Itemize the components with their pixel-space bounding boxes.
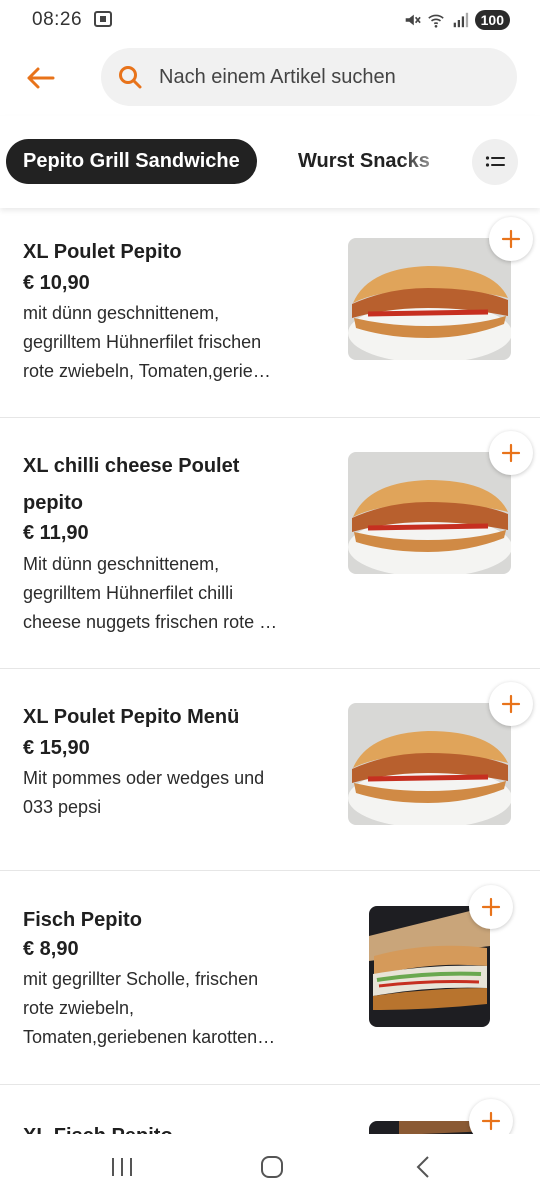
search-icon	[119, 66, 142, 89]
item-description: Mit pommes oder wedges und 033 pepsi	[23, 768, 265, 817]
screenshot-icon	[94, 11, 112, 27]
search-input[interactable]: Nach einem Artikel suchen	[101, 48, 517, 106]
home-button[interactable]	[257, 1152, 287, 1182]
home-icon	[261, 1156, 283, 1178]
plus-icon	[501, 443, 521, 463]
status-icons: 100	[403, 8, 510, 32]
list-item[interactable]: XL chilli cheese Poulet pepito € 11,90 M…	[0, 418, 540, 669]
item-price: € 11,90	[23, 522, 89, 544]
add-button[interactable]	[489, 431, 533, 475]
add-button[interactable]	[469, 1099, 513, 1134]
battery-indicator: 100	[474, 10, 510, 30]
category-tabs: Pepito Grill Sandwiche Wurst Snacks	[0, 116, 540, 208]
back-nav-button[interactable]	[408, 1152, 438, 1182]
item-name: XL Poulet Pepito Menü	[23, 706, 240, 728]
header: Nach einem Artikel suchen	[0, 40, 540, 116]
list-item[interactable]: XL Poulet Pepito € 10,90 mit dünn geschn…	[0, 210, 540, 418]
plus-icon	[481, 897, 501, 917]
item-name: XL Fisch Pepito	[23, 1118, 313, 1134]
item-name: XL Poulet Pepito	[23, 241, 182, 263]
item-name: Fisch Pepito	[23, 909, 142, 931]
system-nav-bar	[0, 1134, 540, 1200]
plus-icon	[501, 229, 521, 249]
status-bar: 08:26 100	[0, 0, 540, 40]
arrow-left-icon	[27, 67, 55, 89]
recent-apps-button[interactable]	[107, 1152, 137, 1182]
plus-icon	[501, 694, 521, 714]
mute-icon	[405, 14, 421, 26]
item-description: mit dünn geschnittenem, gegrilltem Hühne…	[23, 303, 271, 381]
product-list: XL Poulet Pepito € 10,90 mit dünn geschn…	[0, 210, 540, 1134]
tab-pepito-grill-sandwiche[interactable]: Pepito Grill Sandwiche	[6, 139, 257, 184]
list-item[interactable]: XL Fisch Pepito	[0, 1085, 540, 1134]
add-button[interactable]	[469, 885, 513, 929]
chevron-left-icon	[416, 1156, 429, 1178]
item-description: mit gegrillter Scholle, frischen rote zw…	[23, 969, 276, 1047]
item-price: € 10,90	[23, 272, 90, 294]
item-price: € 15,90	[23, 737, 90, 759]
list-item[interactable]: Fisch Pepito € 8,90 mit gegrillter Schol…	[0, 871, 540, 1085]
add-button[interactable]	[489, 217, 533, 261]
product-image[interactable]	[348, 703, 511, 825]
status-time: 08:26	[32, 9, 83, 30]
category-list-button[interactable]	[472, 139, 518, 185]
product-image[interactable]	[369, 906, 490, 1027]
item-description: Mit dünn geschnittenem, gegrilltem Hühne…	[23, 554, 278, 632]
list-item[interactable]: XL Poulet Pepito Menü € 15,90 Mit pommes…	[0, 669, 540, 871]
back-button[interactable]	[22, 60, 58, 96]
product-image[interactable]	[348, 238, 511, 360]
recent-apps-icon	[112, 1158, 132, 1176]
list-filter-icon	[485, 156, 505, 167]
item-name: XL chilli cheese Poulet pepito	[23, 455, 240, 514]
plus-icon	[481, 1111, 501, 1131]
wifi-icon	[427, 14, 444, 28]
item-price: € 8,90	[23, 938, 79, 960]
add-button[interactable]	[489, 682, 533, 726]
signal-icon	[453, 12, 468, 28]
tab-fade	[400, 136, 470, 188]
search-placeholder: Nach einem Artikel suchen	[159, 65, 396, 88]
product-image[interactable]	[348, 452, 511, 574]
